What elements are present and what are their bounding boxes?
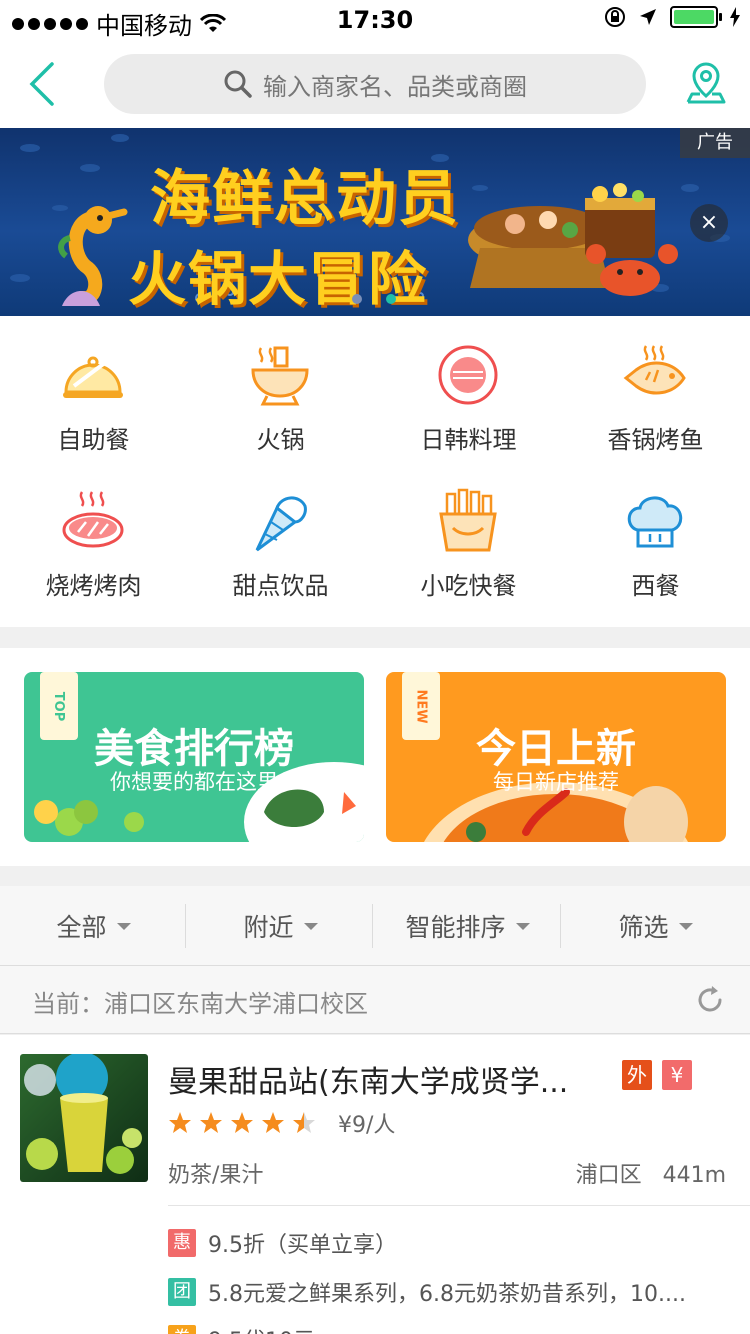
shop-category: 奶茶/果汁 [168, 1163, 264, 1188]
voucher-badge: 券 [168, 1325, 196, 1334]
deal-text: 5.8元爱之鲜果系列，6.8元奶茶奶昔系列，10.... [208, 1282, 686, 1307]
charging-icon [730, 7, 740, 27]
status-right [604, 6, 740, 28]
divider [168, 1205, 750, 1206]
current-location-text: 当前：浦口区东南大学浦口校区 [32, 990, 368, 1018]
battery-icon [670, 6, 722, 28]
category-grid: 自助餐 火锅 日韩料理 香锅烤鱼 烧烤烤肉 甜点饮品 小吃快餐 西餐 [0, 316, 750, 627]
banner-page-dot [352, 294, 362, 304]
fries-icon [439, 488, 497, 552]
discount-badge: 惠 [168, 1229, 196, 1257]
category-label: 日韩料理 [420, 426, 517, 454]
promo-card-new[interactable]: NEW 今日上新 每日新店推荐 [386, 672, 726, 842]
map-pin-icon[interactable] [682, 58, 730, 110]
filter-all[interactable]: 全部 [0, 886, 187, 966]
chef-hat-icon [627, 496, 683, 548]
star-rating [169, 1112, 315, 1133]
deal-row-voucher[interactable]: 券 9.5代10元 [168, 1323, 728, 1334]
shop-list-item[interactable]: 曼果甜品站(东南大学成贤学... 外 ¥ ¥9/人 奶茶/果汁 浦口区 441m… [0, 1035, 750, 1334]
deal-text: 9.5折（买单立享） [208, 1233, 397, 1258]
search-icon [224, 70, 252, 98]
buffet-cloche-icon [63, 356, 123, 398]
banner-title: 海鲜总动员 [150, 164, 460, 234]
banner-subtitle: 火锅大冒险 [128, 245, 429, 313]
shop-thumbnail [20, 1054, 148, 1182]
nav-bar: 输入商家名、品类或商圈 [0, 40, 750, 128]
close-ad-button[interactable]: × [690, 204, 728, 242]
filter-label: 筛选 [618, 913, 669, 942]
ad-tag: 广告 [680, 128, 750, 158]
promo-subtitle: 你想要的都在这里 [110, 770, 278, 794]
orientation-lock-icon [605, 7, 625, 27]
shop-location: 浦口区 441m [576, 1157, 726, 1189]
grilled-fish-icon [623, 345, 686, 395]
category-label: 火锅 [256, 426, 305, 454]
shop-distance: 441m [662, 1163, 726, 1188]
location-arrow-icon [640, 9, 656, 25]
divider [372, 904, 373, 948]
shop-district: 浦口区 [575, 1163, 642, 1188]
refresh-icon[interactable] [694, 984, 726, 1016]
star-icon [169, 1112, 191, 1133]
banner-page-dot-active [386, 294, 396, 304]
category-label: 自助餐 [57, 426, 130, 454]
current-location-bar: 当前：浦口区东南大学浦口校区 [0, 966, 750, 1034]
ice-cream-cone-icon [255, 496, 307, 552]
filter-smart-sort[interactable]: 智能排序 [374, 886, 561, 966]
category-label: 香锅烤鱼 [607, 426, 704, 454]
group-deal-badge: 团 [168, 1278, 196, 1306]
deal-row-discount[interactable]: 惠 9.5折（买单立享） [168, 1227, 728, 1259]
promo-section: TOP 美食排行榜 你想要的都在这里 NEW 今日上新 每日新店推荐 [0, 648, 750, 866]
category-western[interactable]: 西餐 [562, 462, 749, 602]
promo-subtitle: 每日新店推荐 [493, 770, 619, 794]
chevron-down-icon [303, 922, 318, 930]
shop-photo [24, 1054, 142, 1174]
divider [560, 904, 561, 948]
category-buffet[interactable]: 自助餐 [0, 316, 187, 456]
category-label: 小吃快餐 [420, 572, 517, 600]
star-icon [200, 1112, 222, 1133]
price-per-person: ¥9/人 [338, 1113, 396, 1138]
takeout-badge: 外 [622, 1060, 652, 1090]
shop-name: 曼果甜品站(东南大学成贤学... [168, 1065, 569, 1100]
filter-label: 附近 [243, 913, 294, 942]
promo-banner[interactable]: 海鲜总动员 火锅大冒险 广告 × [0, 128, 750, 316]
category-desserts-drinks[interactable]: 甜点饮品 [187, 462, 374, 602]
filter-nearby[interactable]: 附近 [187, 886, 374, 966]
deal-text: 9.5代10元 [208, 1323, 315, 1334]
filter-label: 全部 [56, 913, 107, 942]
star-icon [293, 1112, 315, 1133]
filter-label: 智能排序 [405, 913, 506, 942]
category-label: 烧烤烤肉 [45, 572, 142, 600]
shop-rating: ¥9/人 [168, 1107, 395, 1139]
divider [185, 904, 186, 948]
star-icon [231, 1112, 253, 1133]
category-label: 西餐 [631, 572, 680, 600]
sushi-icon [438, 345, 498, 405]
filter-screen[interactable]: 筛选 [562, 886, 749, 966]
filter-bar: 全部 附近 智能排序 筛选 [0, 886, 750, 966]
chevron-down-icon [116, 922, 131, 930]
category-grilled-fish[interactable]: 香锅烤鱼 [562, 316, 749, 456]
hotpot-icon [251, 346, 309, 406]
category-label: 甜点饮品 [232, 572, 329, 600]
bbq-meat-icon [62, 491, 124, 548]
category-snacks[interactable]: 小吃快餐 [375, 462, 562, 602]
chevron-down-icon [515, 922, 530, 930]
deal-row-group[interactable]: 团 5.8元爱之鲜果系列，6.8元奶茶奶昔系列，10.... [168, 1276, 728, 1308]
star-icon [262, 1112, 284, 1133]
back-arrow-icon[interactable] [20, 58, 68, 110]
chevron-down-icon [678, 922, 693, 930]
category-hotpot[interactable]: 火锅 [187, 316, 374, 456]
category-bbq[interactable]: 烧烤烤肉 [0, 462, 187, 602]
search-input[interactable]: 输入商家名、品类或商圈 [104, 54, 646, 114]
category-japanese-korean[interactable]: 日韩料理 [375, 316, 562, 456]
promo-card-ranking[interactable]: TOP 美食排行榜 你想要的都在这里 [24, 672, 364, 842]
price-badge: ¥ [662, 1060, 692, 1090]
status-bar: 中国移动 17:30 [0, 0, 750, 40]
search-placeholder: 输入商家名、品类或商圈 [263, 72, 527, 101]
